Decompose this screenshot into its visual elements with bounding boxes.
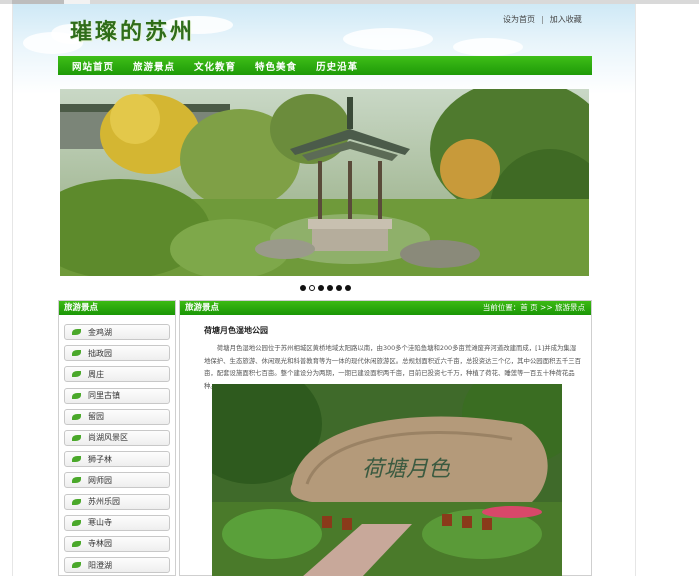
leaf-icon [72,456,81,463]
sidebar-item[interactable]: 苏州乐园 [64,493,170,510]
content-header: 旅游景点 当前位置：首 页 >> 旅游景点 [180,301,591,315]
sidebar-item-label: 网师园 [88,475,112,485]
leaf-icon [72,477,81,484]
nav-food[interactable]: 特色美食 [255,59,297,73]
slider-dot[interactable] [300,285,306,291]
leaf-icon [72,413,81,420]
content-panel: 旅游景点 当前位置：首 页 >> 旅游景点 荷塘月色湿地公园 荷塘月色湿地公园位… [179,300,592,576]
sidebar-item-label: 留园 [88,412,104,422]
sidebar-item[interactable]: 狮子林 [64,451,170,468]
top-links: 设为首页 | 加入收藏 [503,14,582,25]
breadcrumb[interactable]: 当前位置：首 页 >> 旅游景点 [483,301,585,315]
lotus-park-image: 荷塘月色 [212,384,562,576]
sidebar-item-label: 寺林园 [88,539,112,549]
leaf-icon [72,434,81,441]
leaf-icon [72,562,81,569]
site-logo[interactable]: 璀璨的苏州 [70,14,195,46]
sidebar-item-label: 苏州乐园 [88,497,120,506]
sidebar-item-label: 同里古镇 [88,391,120,401]
sidebar-item[interactable]: 同里古镇 [64,387,170,404]
sidebar-item-label: 周庄 [88,369,104,379]
sidebar-item[interactable]: 阳澄湖 [64,557,170,574]
content-title: 旅游景点 [185,303,220,313]
garden-pavilion-image [60,89,589,276]
sidebar-item[interactable]: 金鸡湖 [64,324,170,340]
nav-attractions[interactable]: 旅游景点 [133,59,175,73]
stone-inscription: 荷塘月色 [362,457,451,482]
stone-photo: 荷塘月色 [212,384,562,576]
sidebar-title: 旅游景点 [59,301,175,315]
link-separator: | [541,15,544,24]
leaf-icon [72,350,81,357]
leaf-icon [72,329,81,335]
slider-dots [300,285,351,291]
sidebar-item[interactable]: 寒山寺 [64,514,170,531]
sidebar-item-label: 阳澄湖 [88,560,112,570]
cloud-decoration [453,38,523,56]
slider-dot[interactable] [336,285,342,291]
leaf-icon [72,540,81,547]
article-title: 荷塘月色湿地公园 [204,326,268,335]
sidebar-item[interactable]: 留园 [64,408,170,425]
slider-dot[interactable] [318,285,324,291]
sidebar-item-label: 金鸡湖 [88,327,112,337]
add-favorite-link[interactable]: 加入收藏 [550,14,582,25]
leaf-icon [72,498,81,505]
sidebar-item-label: 寒山寺 [88,518,112,528]
sidebar-item[interactable]: 拙政园 [64,345,170,362]
sidebar-item[interactable]: 寺林园 [64,535,170,552]
leaf-icon [72,371,81,378]
banner-image[interactable] [60,89,589,276]
set-homepage-link[interactable]: 设为首页 [503,14,535,25]
cloud-decoration [343,28,433,50]
nav-history[interactable]: 历史沿革 [316,59,358,73]
leaf-icon [72,392,81,399]
sidebar-panel: 旅游景点 金鸡湖拙政园周庄同里古镇留园尚湖风景区狮子林网师园苏州乐园寒山寺寺林园… [58,300,176,576]
sidebar-list: 金鸡湖拙政园周庄同里古镇留园尚湖风景区狮子林网师园苏州乐园寒山寺寺林园阳澄湖 [59,315,175,574]
slider-dot[interactable] [309,285,315,291]
main-nav: 网站首页 旅游景点 文化教育 特色美食 历史沿革 [58,56,592,75]
sidebar-item[interactable]: 网师园 [64,472,170,489]
slider-dot[interactable] [345,285,351,291]
sidebar-item-label: 尚湖风景区 [88,433,128,443]
sidebar-item[interactable]: 尚湖风景区 [64,429,170,446]
nav-home[interactable]: 网站首页 [72,59,114,73]
sidebar-item-label: 拙政园 [88,348,112,358]
leaf-icon [72,519,81,526]
slider-dot[interactable] [327,285,333,291]
sidebar-item[interactable]: 周庄 [64,366,170,383]
nav-culture[interactable]: 文化教育 [194,59,236,73]
sidebar-item-label: 狮子林 [88,454,112,464]
